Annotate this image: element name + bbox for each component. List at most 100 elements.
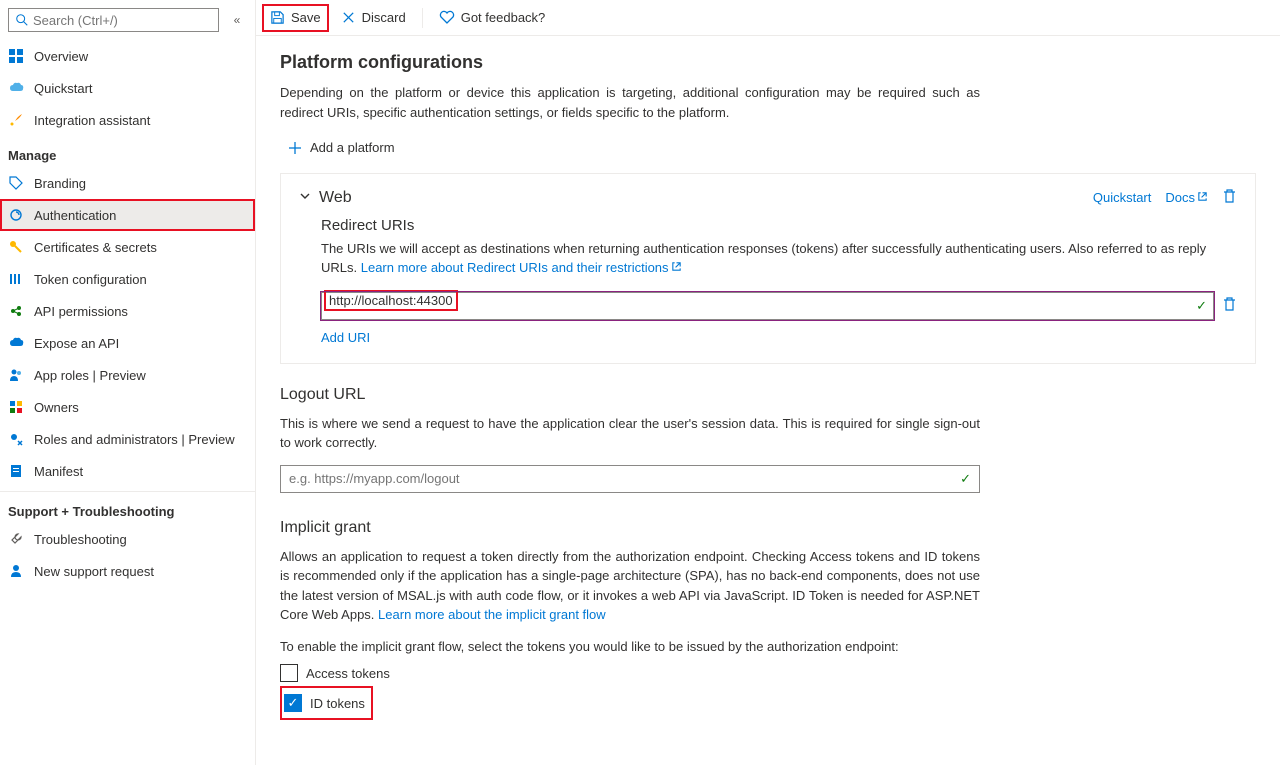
access-tokens-label: Access tokens [306, 666, 390, 681]
add-platform-label: Add a platform [310, 140, 395, 155]
logout-title: Logout URL [280, 386, 1256, 404]
nav-label: Overview [34, 49, 88, 64]
id-tokens-checkbox-row: ✓ ID tokens [284, 694, 365, 712]
nav-label: Certificates & secrets [34, 240, 157, 255]
nav-label: New support request [34, 564, 154, 579]
sidebar-item-expose-api[interactable]: Expose an API [0, 327, 255, 359]
web-docs-link[interactable]: Docs [1165, 190, 1208, 205]
cloud-api-icon [8, 335, 24, 351]
access-tokens-checkbox-row: Access tokens [280, 664, 1256, 682]
sidebar-item-manifest[interactable]: Manifest [0, 455, 255, 487]
feedback-button[interactable]: Got feedback? [431, 4, 554, 32]
sidebar-item-roles[interactable]: Roles and administrators | Preview [0, 423, 255, 455]
key-icon [8, 239, 24, 255]
heart-icon [439, 10, 455, 25]
nav-label: Token configuration [34, 272, 147, 287]
check-icon: ✓ [1196, 298, 1207, 314]
add-platform-button[interactable]: Add a platform [288, 140, 395, 155]
sidebar-item-new-support[interactable]: New support request [0, 555, 255, 587]
sidebar-item-troubleshooting[interactable]: Troubleshooting [0, 523, 255, 555]
sidebar-item-owners[interactable]: Owners [0, 391, 255, 423]
sidebar-item-quickstart[interactable]: Quickstart [0, 72, 255, 104]
save-button[interactable]: Save [262, 4, 329, 32]
nav-label: Manifest [34, 464, 83, 479]
nav-label: API permissions [34, 304, 128, 319]
logout-desc: This is where we send a request to have … [280, 414, 980, 453]
discard-button[interactable]: Discard [333, 4, 414, 32]
cloud-icon [8, 80, 24, 96]
logout-url-field[interactable] [289, 471, 960, 486]
close-icon [341, 10, 356, 25]
sidebar-item-overview[interactable]: Overview [0, 40, 255, 72]
check-icon: ✓ [960, 471, 971, 487]
sidebar-item-integration[interactable]: Integration assistant [0, 104, 255, 136]
nav-label: Integration assistant [34, 113, 150, 128]
nav-label: Expose an API [34, 336, 119, 351]
save-icon [270, 10, 285, 25]
save-label: Save [291, 10, 321, 25]
platform-title: Platform configurations [280, 52, 1256, 73]
id-tokens-checkbox[interactable]: ✓ [284, 694, 302, 712]
redirect-learn-more-link[interactable]: Learn more about Redirect URIs and their… [361, 260, 682, 275]
nav-label: Authentication [34, 208, 116, 223]
implicit-title: Implicit grant [280, 519, 1256, 537]
grid-icon [8, 48, 24, 64]
api-icon [8, 303, 24, 319]
redirect-uris-title: Redirect URIs [321, 217, 1237, 234]
web-title: Web [319, 189, 1079, 207]
redirect-uri-input[interactable]: http://localhost:44300 ✓ [321, 292, 1214, 320]
nav-label: Owners [34, 400, 79, 415]
trash-icon [1222, 188, 1237, 204]
search-input[interactable] [33, 13, 212, 28]
nav-group-support: Support + Troubleshooting [0, 491, 255, 523]
feedback-label: Got feedback? [461, 10, 546, 25]
id-tokens-highlight: ✓ ID tokens [280, 686, 373, 720]
auth-icon [8, 207, 24, 223]
external-link-icon [671, 261, 682, 272]
plus-icon [288, 141, 302, 155]
tag-icon [8, 175, 24, 191]
people-icon [8, 367, 24, 383]
collapse-sidebar-button[interactable]: « [227, 13, 247, 27]
delete-uri-button[interactable] [1222, 296, 1237, 315]
sidebar: « Overview Quickstart Integration assist… [0, 0, 256, 765]
discard-label: Discard [362, 10, 406, 25]
implicit-desc: Allows an application to request a token… [280, 547, 980, 625]
separator [422, 8, 423, 28]
chevron-down-icon[interactable] [299, 190, 311, 205]
sidebar-item-certificates[interactable]: Certificates & secrets [0, 231, 255, 263]
web-platform-card: Web Quickstart Docs Redirect URIs The UR… [280, 173, 1256, 364]
trash-icon [1222, 296, 1237, 312]
owners-icon [8, 399, 24, 415]
nav-group-manage: Manage [0, 136, 255, 167]
delete-platform-button[interactable] [1222, 188, 1237, 207]
nav-label: Quickstart [34, 81, 93, 96]
rocket-icon [8, 112, 24, 128]
main-content: Save Discard Got feedback? Platform conf… [256, 0, 1280, 765]
nav-label: Troubleshooting [34, 532, 127, 547]
command-bar: Save Discard Got feedback? [256, 0, 1280, 36]
uri-value: http://localhost:44300 [324, 290, 458, 311]
sidebar-item-api-permissions[interactable]: API permissions [0, 295, 255, 327]
redirect-uris-desc: The URIs we will accept as destinations … [321, 240, 1237, 278]
manifest-icon [8, 463, 24, 479]
implicit-enable-text: To enable the implicit grant flow, selec… [280, 637, 980, 657]
add-uri-button[interactable]: Add URI [321, 330, 1237, 345]
implicit-learn-more-link[interactable]: Learn more about the implicit grant flow [378, 607, 606, 622]
sidebar-item-token-config[interactable]: Token configuration [0, 263, 255, 295]
search-box[interactable] [8, 8, 219, 32]
id-tokens-label: ID tokens [310, 696, 365, 711]
external-link-icon [1197, 191, 1208, 202]
nav-label: Branding [34, 176, 86, 191]
roles-icon [8, 431, 24, 447]
sidebar-item-branding[interactable]: Branding [0, 167, 255, 199]
nav-label: Roles and administrators | Preview [34, 432, 235, 447]
logout-url-input[interactable]: ✓ [280, 465, 980, 493]
nav-label: App roles | Preview [34, 368, 146, 383]
access-tokens-checkbox[interactable] [280, 664, 298, 682]
sidebar-item-authentication[interactable]: Authentication [0, 199, 255, 231]
sidebar-item-app-roles[interactable]: App roles | Preview [0, 359, 255, 391]
web-quickstart-link[interactable]: Quickstart [1093, 190, 1152, 205]
platform-desc: Depending on the platform or device this… [280, 83, 980, 122]
token-icon [8, 271, 24, 287]
